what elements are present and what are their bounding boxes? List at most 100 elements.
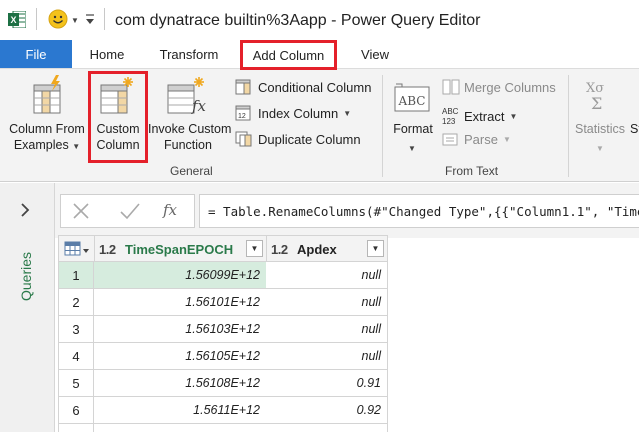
format-text-icon: ABC	[394, 83, 430, 112]
group-label-from-text: From Text	[445, 164, 499, 178]
svg-text:ABC: ABC	[398, 94, 426, 108]
conditional-column-button[interactable]: Conditional Column	[235, 79, 371, 95]
svg-text:ABC: ABC	[442, 107, 459, 116]
column-from-examples-icon	[33, 75, 61, 114]
conditional-column-label: Conditional Column	[258, 79, 372, 95]
formula-text: = Table.RenameColumns(#"Changed Type",{{…	[208, 204, 639, 219]
index-column-label: Index Column	[258, 105, 339, 121]
svg-text:12: 12	[238, 113, 246, 120]
svg-text:Σ: Σ	[591, 94, 602, 113]
table-cell[interactable]: 1.56101E+12	[94, 289, 267, 316]
svg-text:fx: fx	[191, 97, 206, 115]
conditional-column-icon	[235, 79, 251, 95]
formula-input[interactable]: = Table.RenameColumns(#"Changed Type",{{…	[199, 194, 639, 228]
invoke-custom-function-label-2: Function	[164, 138, 212, 152]
queries-pane[interactable]: Queries	[0, 183, 55, 432]
tab-home[interactable]: Home	[78, 40, 136, 68]
confirm-formula-icon[interactable]	[118, 200, 142, 222]
table-cell[interactable]: 0.91	[266, 370, 388, 397]
extract-button[interactable]: ABC 123 Extract ▼	[442, 105, 517, 127]
group-separator	[568, 75, 569, 177]
custom-column-highlight	[88, 71, 148, 163]
table-icon	[64, 241, 89, 256]
row-number[interactable]: 7	[58, 424, 94, 432]
format-button[interactable]: ABC Format ▼	[388, 75, 438, 161]
quick-access-menu-icon[interactable]	[84, 12, 96, 26]
ribbon: Column From Examples ▼ Custom Column fx …	[0, 68, 639, 182]
column-filter-dropdown-icon[interactable]: ▼	[367, 240, 384, 257]
tab-add-column[interactable]: Add Column	[240, 40, 337, 70]
feedback-dropdown-icon[interactable]: ▼	[71, 16, 79, 25]
row-number[interactable]: 1	[58, 262, 94, 289]
table-cell[interactable]: null	[266, 343, 388, 370]
index-column-icon: 12	[235, 105, 251, 121]
svg-text:X: X	[10, 15, 16, 25]
row-number[interactable]: 4	[58, 343, 94, 370]
tab-transform[interactable]: Transform	[148, 40, 230, 68]
group-label-general: General	[170, 164, 213, 178]
merge-columns-label: Merge Columns	[464, 79, 556, 95]
statistics-button[interactable]: Xσ Σ Statistics ▼	[572, 75, 628, 161]
window-title: com dynatrace builtin%3Aapp - Power Quer…	[115, 12, 481, 29]
standard-button[interactable]: St	[630, 122, 639, 142]
merge-columns-button[interactable]: Merge Columns	[442, 79, 556, 95]
column-from-examples-label-2-text: Examples	[13, 138, 69, 152]
column-from-examples-button[interactable]: Column From Examples ▼	[6, 75, 88, 161]
row-number[interactable]: 6	[58, 397, 94, 424]
statistics-label: Statistics	[574, 122, 625, 136]
svg-text:123: 123	[442, 117, 456, 126]
smiley-feedback-icon[interactable]	[48, 9, 68, 29]
column-name: TimeSpanEPOCH	[125, 242, 234, 257]
column-header-timespanepoch[interactable]: 1.2 TimeSpanEPOCH ▼	[94, 235, 267, 262]
chevron-right-icon[interactable]	[19, 203, 31, 217]
title-separator	[36, 8, 37, 30]
standard-label: St	[630, 122, 639, 136]
table-cell[interactable]: null	[266, 262, 388, 289]
tab-view[interactable]: View	[350, 40, 400, 68]
row-number[interactable]: 2	[58, 289, 94, 316]
invoke-custom-function-icon: fx	[167, 77, 206, 115]
tab-file[interactable]: File	[0, 40, 72, 68]
title-separator	[104, 8, 105, 30]
table-corner-menu[interactable]	[58, 235, 95, 262]
merge-columns-icon	[442, 79, 460, 95]
fx-icon[interactable]: fx	[163, 201, 177, 219]
queries-label: Queries	[18, 251, 34, 301]
row-number[interactable]: 3	[58, 316, 94, 343]
chevron-down-icon: ▼	[502, 134, 511, 144]
table-cell[interactable]: 1.56099E+12	[94, 262, 267, 289]
parse-button[interactable]: Parse ▼	[442, 131, 511, 147]
column-type-decimal-icon[interactable]: 1.2	[271, 242, 288, 257]
column-filter-dropdown-icon[interactable]: ▼	[246, 240, 263, 257]
table-cell[interactable]: 0.93	[266, 424, 388, 432]
extract-label: Extract	[464, 108, 505, 124]
row-number[interactable]: 5	[58, 370, 94, 397]
table-cell[interactable]: 1.56105E+12	[94, 343, 267, 370]
invoke-custom-function-button[interactable]: fx Invoke Custom Function	[148, 75, 231, 161]
table-cell[interactable]: 0.92	[266, 397, 388, 424]
title-bar: X ▼ com dynatrace builtin%3Aapp - Power …	[0, 0, 639, 40]
column-header-apdex[interactable]: 1.2 Apdex ▼	[266, 235, 388, 262]
table-cell[interactable]: null	[266, 289, 388, 316]
duplicate-column-button[interactable]: Duplicate Column	[235, 131, 361, 147]
chevron-down-icon: ▼	[509, 111, 518, 121]
column-from-examples-label-2: Examples ▼	[6, 138, 88, 154]
format-label: Format	[393, 122, 433, 136]
table-cell[interactable]: 1.56112E+12	[94, 424, 267, 432]
chevron-down-icon: ▼	[408, 144, 416, 153]
ribbon-tabs: File Home Transform Add Column View	[0, 40, 639, 70]
table-cell[interactable]: 1.56108E+12	[94, 370, 267, 397]
table-cell[interactable]: null	[266, 316, 388, 343]
column-type-decimal-icon[interactable]: 1.2	[99, 242, 116, 257]
excel-icon: X	[8, 11, 26, 28]
cancel-formula-icon[interactable]	[70, 200, 92, 222]
group-separator	[382, 75, 383, 177]
column-from-examples-label-1: Column From	[9, 122, 85, 136]
chevron-down-icon: ▼	[596, 144, 604, 153]
duplicate-column-label: Duplicate Column	[258, 131, 361, 147]
table-cell[interactable]: 1.5611E+12	[94, 397, 267, 424]
extract-icon: ABC 123	[442, 107, 459, 126]
statistics-sigma-icon: Xσ Σ	[586, 81, 604, 113]
index-column-button[interactable]: 12 Index Column ▼	[235, 105, 351, 121]
table-cell[interactable]: 1.56103E+12	[94, 316, 267, 343]
